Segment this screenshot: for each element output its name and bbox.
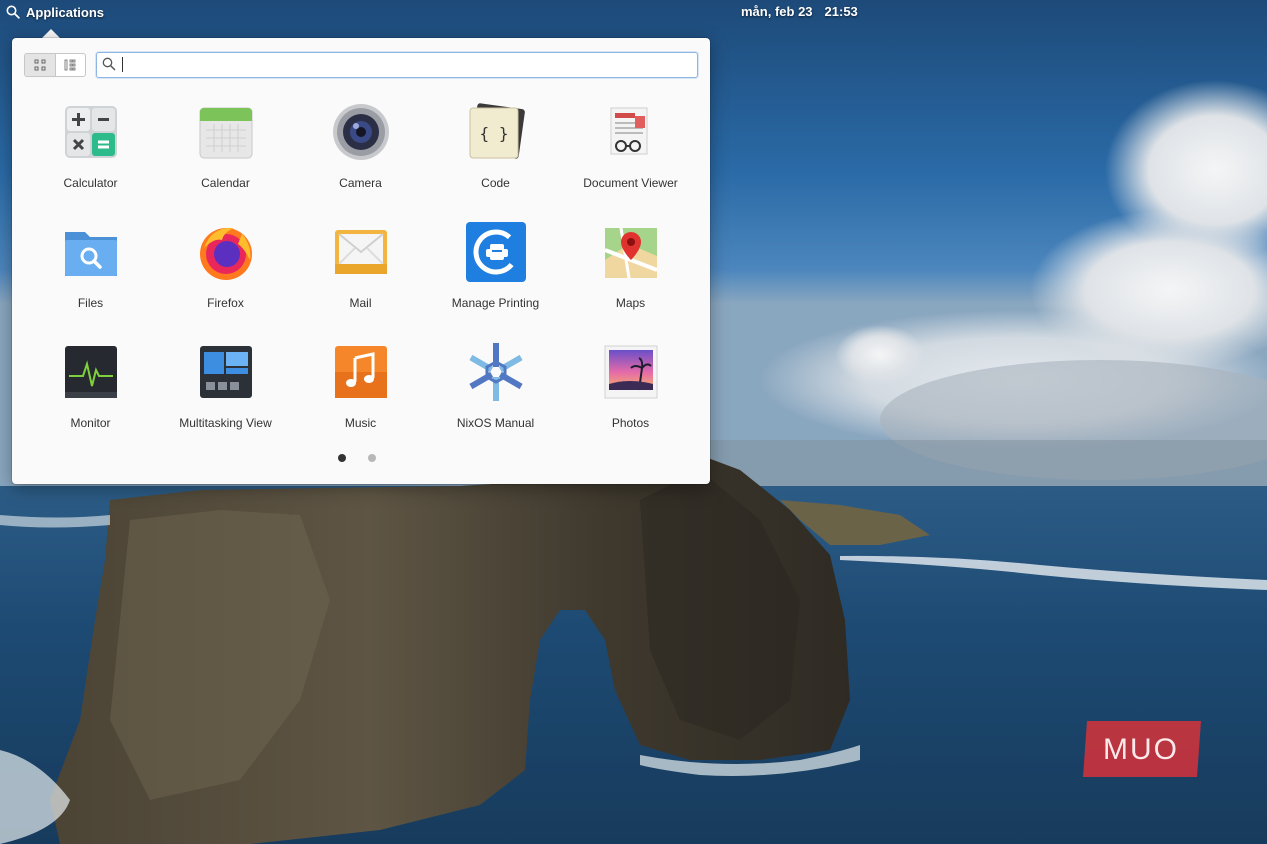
applications-launcher: Calculator Calendar Camera {} Code Docu… xyxy=(12,38,710,484)
app-grid: Calculator Calendar Camera {} Code Docu… xyxy=(23,94,699,454)
app-files[interactable]: Files xyxy=(23,214,158,324)
date-label: mån, feb 23 xyxy=(741,4,813,19)
page-indicator xyxy=(338,454,376,462)
svg-text:{ }: { } xyxy=(479,124,508,143)
grid-view-button[interactable] xyxy=(25,54,56,76)
maps-icon xyxy=(603,227,658,279)
category-view-icon xyxy=(64,59,76,71)
app-label: Multitasking View xyxy=(179,416,272,430)
applications-menu-button[interactable]: Applications xyxy=(6,3,104,21)
monitor-icon xyxy=(64,346,117,398)
app-label: Monitor xyxy=(70,416,111,430)
calculator-icon xyxy=(64,106,117,158)
datetime-indicator[interactable]: mån, feb 23 21:53 xyxy=(741,4,858,19)
app-label: Code xyxy=(481,176,510,190)
search-icon xyxy=(6,5,20,19)
app-label: Music xyxy=(344,416,377,430)
nixos-icon xyxy=(468,343,523,401)
app-camera[interactable]: Camera xyxy=(293,94,428,204)
multitasking-icon xyxy=(199,346,252,398)
app-label: Files xyxy=(77,296,104,310)
page-dot-2[interactable] xyxy=(368,454,376,462)
app-code[interactable]: { } Code xyxy=(428,94,563,204)
category-view-button[interactable] xyxy=(56,54,86,76)
search-icon xyxy=(102,57,116,71)
text-caret xyxy=(122,57,123,72)
camera-icon xyxy=(332,104,389,160)
mail-icon xyxy=(334,230,387,274)
page-dot-1[interactable] xyxy=(338,454,346,462)
app-label: Maps xyxy=(615,296,646,310)
files-icon xyxy=(64,232,117,276)
app-label: Document Viewer xyxy=(583,176,678,190)
app-firefox[interactable]: Firefox xyxy=(158,214,293,324)
time-label: 21:53 xyxy=(824,4,858,19)
app-document-viewer[interactable]: Document Viewer xyxy=(563,94,698,204)
app-label: Manage Printing xyxy=(451,296,540,310)
app-calendar[interactable]: Calendar xyxy=(158,94,293,204)
applications-label: Applications xyxy=(26,4,105,20)
app-label: Mail xyxy=(349,296,372,310)
app-label: Camera xyxy=(339,176,382,190)
app-label: Calendar xyxy=(201,176,250,190)
firefox-icon xyxy=(199,227,252,280)
view-mode-toggle xyxy=(24,53,86,77)
app-label: Photos xyxy=(611,416,650,430)
app-label: Firefox xyxy=(207,296,244,310)
app-nixos-manual[interactable]: NixOS Manual xyxy=(428,334,563,444)
app-calculator[interactable]: Calculator xyxy=(23,94,158,204)
app-photos[interactable]: Photos xyxy=(563,334,698,444)
printer-icon xyxy=(465,222,526,282)
watermark-text: MUO xyxy=(1103,733,1179,766)
photos-icon xyxy=(604,345,657,399)
app-monitor[interactable]: Monitor xyxy=(23,334,158,444)
app-multitasking-view[interactable]: Multitasking View xyxy=(158,334,293,444)
grid-view-icon xyxy=(34,59,46,71)
search-field[interactable] xyxy=(96,52,698,78)
app-manage-printing[interactable]: Manage Printing xyxy=(428,214,563,324)
app-label: Calculator xyxy=(63,176,118,190)
code-icon: { } xyxy=(469,103,525,159)
muo-watermark-logo: MUO xyxy=(1083,721,1201,777)
music-icon xyxy=(334,346,387,398)
document-viewer-icon xyxy=(610,107,647,155)
app-label: NixOS Manual xyxy=(456,416,535,430)
app-music[interactable]: Music xyxy=(293,334,428,444)
top-panel: Applications mån, feb 23 21:53 xyxy=(0,0,1267,24)
app-maps[interactable]: Maps xyxy=(563,214,698,324)
app-mail[interactable]: Mail xyxy=(293,214,428,324)
search-input[interactable] xyxy=(121,55,691,73)
calendar-icon xyxy=(199,107,252,159)
